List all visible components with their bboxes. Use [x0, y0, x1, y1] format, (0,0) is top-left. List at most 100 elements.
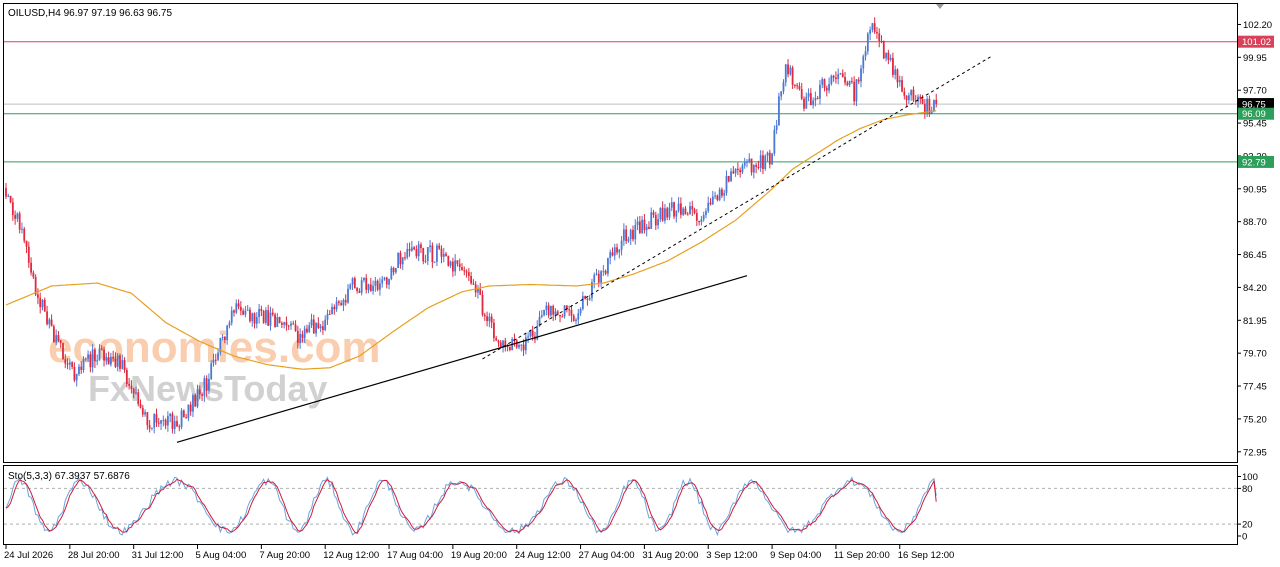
candle-body	[404, 257, 406, 259]
candle-body	[839, 73, 842, 75]
candle-body	[46, 311, 48, 325]
candle-body	[835, 77, 837, 80]
candle-body	[632, 229, 634, 240]
candle-body	[25, 240, 28, 247]
candle-body	[641, 219, 644, 233]
candle-body	[707, 202, 710, 212]
candle-body	[636, 221, 639, 226]
candle-body	[328, 313, 331, 315]
candle-body	[648, 226, 650, 229]
candle-body	[253, 313, 256, 324]
stochastic-axis: 10080 200	[1237, 472, 1258, 543]
candle-body	[486, 316, 488, 322]
candle-body	[306, 328, 308, 333]
candle-body	[43, 299, 46, 312]
time-tick-label: 7 Aug 20:00	[259, 550, 310, 561]
time-tick-label: 16 Sep 12:00	[898, 550, 955, 561]
candle-body	[470, 275, 473, 284]
price-tick-label: 97.70	[1243, 86, 1267, 97]
candle-body	[727, 176, 730, 182]
candle-body	[351, 278, 354, 285]
candle-body	[242, 310, 245, 315]
candle-body	[862, 56, 865, 69]
candle-body	[853, 81, 856, 102]
candle-body	[689, 206, 691, 215]
candle-body	[878, 33, 881, 41]
candle-body	[116, 355, 119, 367]
candle-body	[860, 68, 862, 82]
candle-body	[889, 57, 892, 60]
candle-body	[620, 240, 623, 250]
candle-body	[292, 323, 295, 325]
candle-body	[422, 248, 425, 262]
candle-body	[447, 255, 450, 266]
candle-body	[164, 419, 167, 426]
stochastic-header: Sto(5,3,3) 67.3937 57.6876	[8, 471, 130, 482]
candle-body	[66, 363, 69, 365]
candle-body	[192, 395, 194, 412]
candle-body	[310, 319, 313, 326]
price-axis: 102.2099.9597.7095.4593.2090.9588.7086.4…	[1237, 20, 1272, 458]
candle-body	[235, 303, 238, 313]
candle-body	[825, 87, 828, 91]
candle-body	[643, 219, 646, 231]
candle-body	[527, 336, 530, 338]
candle-body	[725, 176, 728, 193]
stoch-main-line	[5, 476, 937, 537]
candle-body	[258, 309, 260, 318]
candle-body	[552, 305, 555, 315]
candle-body	[780, 91, 783, 97]
candle-body	[766, 152, 769, 156]
candle-body	[716, 195, 719, 200]
candle-body	[401, 257, 404, 265]
candle-body	[695, 213, 698, 221]
candle-body	[764, 155, 767, 170]
candle-body	[109, 356, 112, 365]
candle-body	[693, 209, 696, 214]
candle-body	[622, 229, 625, 241]
candle-body	[771, 153, 773, 165]
candle-body	[837, 74, 840, 80]
candle-body	[686, 214, 689, 216]
candle-body	[440, 248, 443, 257]
candle-body	[730, 171, 732, 182]
candle-body	[846, 82, 849, 85]
candle-body	[176, 421, 178, 427]
candle-body	[392, 267, 395, 273]
candle-body	[481, 294, 484, 315]
candle-body	[388, 279, 390, 285]
candle-body	[866, 33, 869, 52]
candle-body	[347, 288, 349, 303]
candle-body	[593, 274, 596, 283]
candle-body	[251, 313, 254, 322]
candle-body	[194, 395, 197, 407]
price-tick-label: 72.95	[1243, 447, 1267, 458]
candle-body	[602, 270, 605, 272]
candle-body	[871, 23, 874, 30]
candle-body	[269, 312, 272, 326]
candle-body	[71, 362, 74, 367]
candle-body	[743, 162, 746, 166]
candle-body	[798, 85, 801, 89]
candle-body	[677, 203, 680, 211]
candle-body	[123, 360, 126, 371]
time-tick-label: 11 Sep 20:00	[834, 550, 890, 561]
candle-body	[59, 340, 62, 344]
candle-body	[816, 98, 819, 100]
candle-body	[616, 247, 618, 253]
candle-body	[30, 262, 32, 273]
candle-body	[249, 309, 251, 322]
candle-body	[472, 283, 475, 285]
candle-body	[37, 294, 39, 298]
candle-body	[796, 85, 799, 87]
candle-body	[410, 247, 413, 251]
candle-body	[208, 378, 210, 391]
candle-body	[7, 195, 10, 197]
candle-body	[723, 192, 726, 196]
candle-body	[230, 310, 233, 323]
candle-body	[718, 189, 721, 200]
candle-body	[752, 165, 755, 173]
candle-body	[55, 335, 58, 343]
candle-body	[876, 31, 878, 34]
candle-body	[413, 247, 416, 250]
